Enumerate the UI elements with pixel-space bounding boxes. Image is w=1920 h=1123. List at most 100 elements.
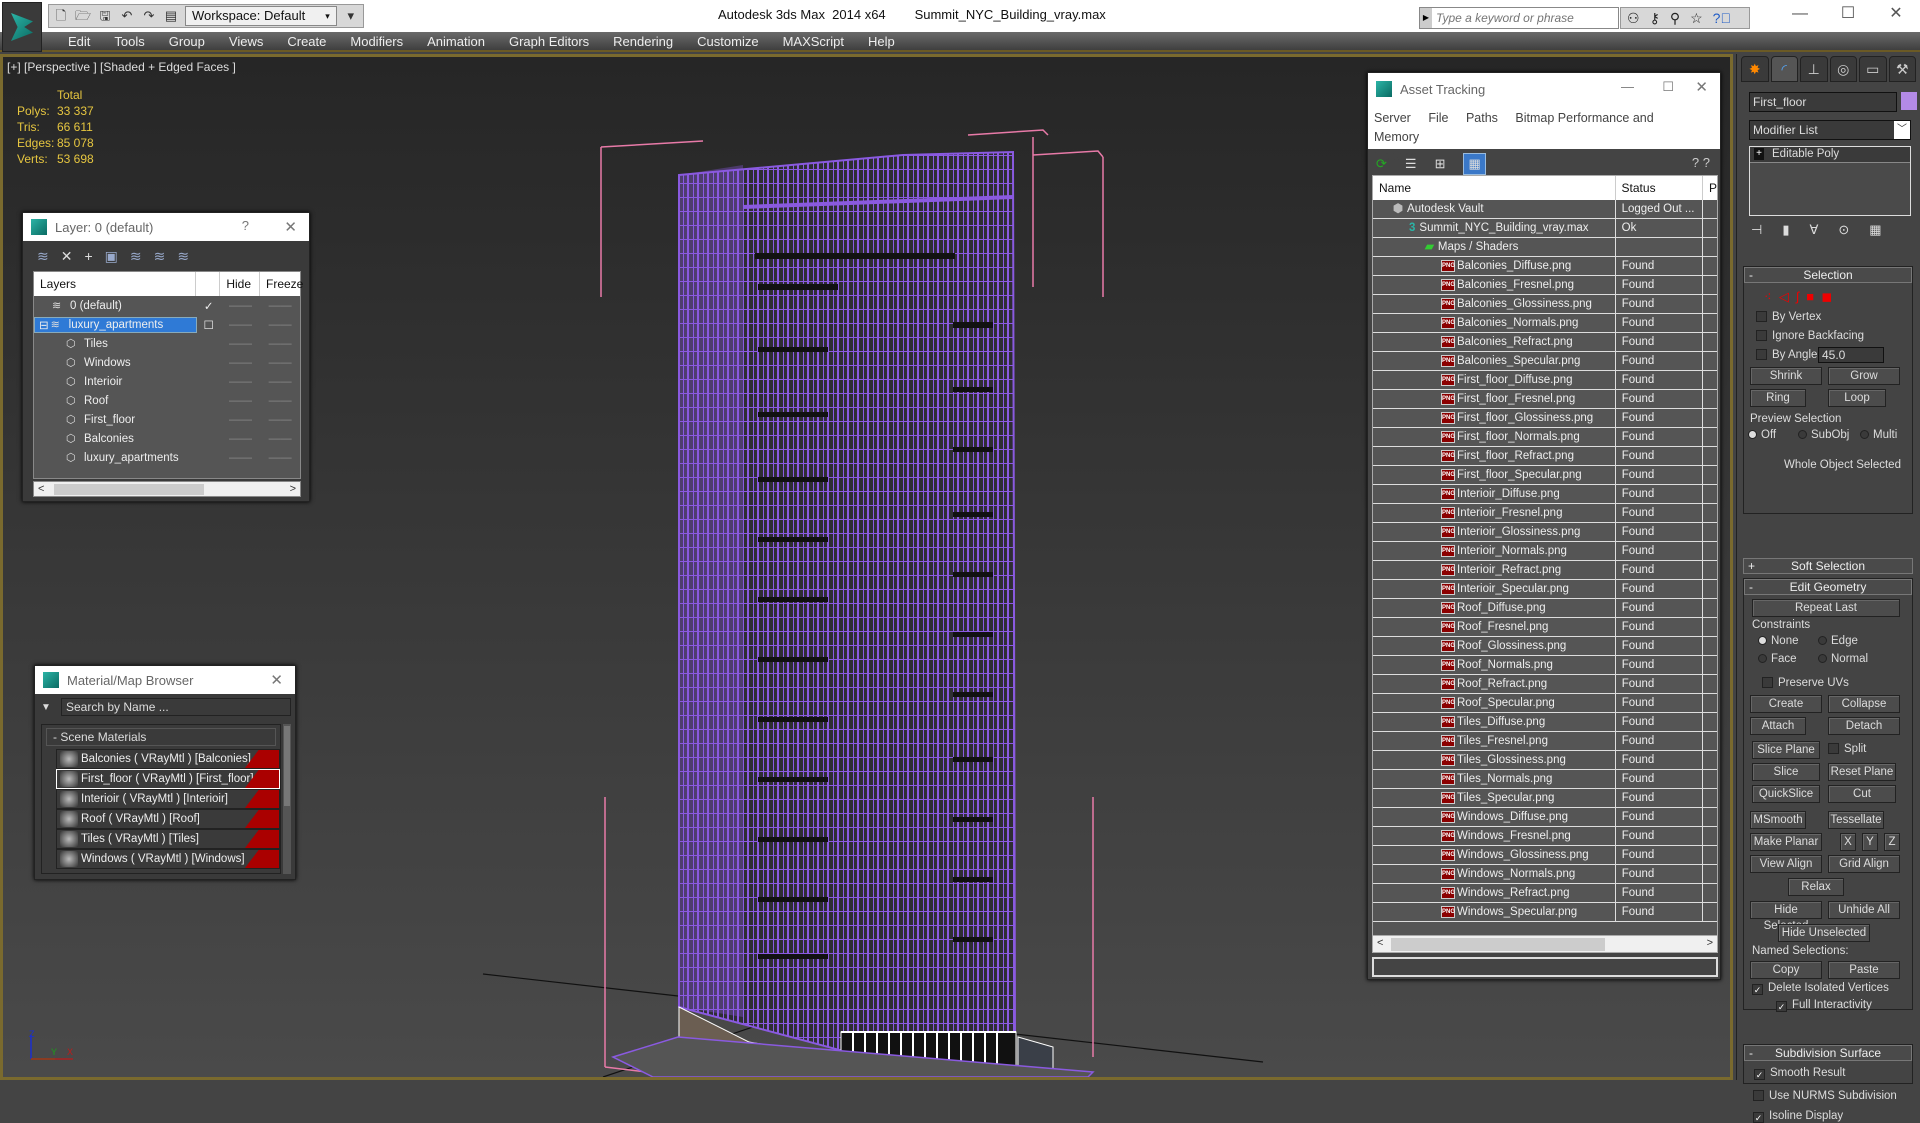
display-tab-icon[interactable]: ▭ xyxy=(1859,56,1887,82)
dialog-title-bar[interactable]: Layer: 0 (default)? ✕ xyxy=(23,213,309,241)
asset-row[interactable]: PNG Balconies_Fresnel.png Found xyxy=(1373,276,1717,295)
create-tab-icon[interactable]: ✸ xyxy=(1741,56,1769,82)
asset-name-cell[interactable]: PNG Interioir_Glossiness.png xyxy=(1373,523,1616,541)
tree-view-icon[interactable]: ⊞ xyxy=(1435,156,1446,172)
border-icon[interactable]: ʃ xyxy=(1796,289,1799,304)
asset-name-cell[interactable]: PNG Balconies_Specular.png xyxy=(1373,352,1616,370)
asset-row[interactable]: PNG First_floor_Glossiness.png Found xyxy=(1373,409,1717,428)
menu-paths[interactable]: Paths xyxy=(1466,111,1498,125)
viewport-label[interactable]: [+] [Perspective ] [Shaded + Edged Faces… xyxy=(7,60,236,74)
ring-button[interactable]: Ring xyxy=(1750,389,1806,407)
material-item[interactable]: First_floor ( VRayMtl ) [First_floor] xyxy=(56,769,280,789)
freeze-toggle[interactable]: —— xyxy=(260,357,300,369)
minimize-button[interactable]: — xyxy=(1621,79,1634,94)
remove-modifier-icon[interactable]: ⊙ xyxy=(1838,222,1849,238)
asset-name-cell[interactable]: PNG First_floor_Fresnel.png xyxy=(1373,390,1616,408)
hierarchy-tab-icon[interactable]: ⊥ xyxy=(1800,56,1828,82)
refresh-icon[interactable]: ⟳ xyxy=(1376,156,1387,172)
asset-row[interactable]: PNG Roof_Glossiness.png Found xyxy=(1373,637,1717,656)
freeze-toggle[interactable]: —— xyxy=(260,338,300,350)
make-planar-button[interactable]: Make Planar xyxy=(1750,833,1822,851)
asset-row[interactable]: ⬢ Autodesk Vault Logged Out ... xyxy=(1373,200,1717,219)
freeze-toggle[interactable]: —— xyxy=(260,300,300,312)
configure-sets-icon[interactable]: ▦ xyxy=(1869,222,1881,238)
use-nurms-checkbox[interactable]: Use NURMS Subdivision xyxy=(1753,1090,1897,1102)
asset-row[interactable]: PNG Balconies_Glossiness.png Found xyxy=(1373,295,1717,314)
asset-row[interactable]: PNG First_floor_Specular.png Found xyxy=(1373,466,1717,485)
asset-name-cell[interactable]: PNG Roof_Glossiness.png xyxy=(1373,637,1616,655)
hide-all-layers-icon[interactable]: ≋ xyxy=(154,248,166,265)
asset-row[interactable]: PNG Balconies_Specular.png Found xyxy=(1373,352,1717,371)
stack-item-editable-poly[interactable]: Editable Poly xyxy=(1750,147,1910,163)
constraint-none-radio[interactable]: None xyxy=(1758,635,1799,647)
collapse-button[interactable]: Collapse xyxy=(1828,695,1900,713)
layer-row[interactable]: ⬡ Tiles —— —— xyxy=(34,334,300,353)
asset-name-cell[interactable]: PNG Tiles_Specular.png xyxy=(1373,789,1616,807)
highlight-layer-icon[interactable]: ≋ xyxy=(130,248,142,265)
col-status[interactable]: Status xyxy=(1616,176,1704,200)
asset-name-cell[interactable]: PNG Tiles_Glossiness.png xyxy=(1373,751,1616,769)
layer-row[interactable]: ⬡ Balconies —— —— xyxy=(34,429,300,448)
satellite-icon[interactable]: ⚲ xyxy=(1670,10,1680,27)
col-hide[interactable]: Hide xyxy=(220,272,260,296)
hide-toggle[interactable]: —— xyxy=(221,357,261,369)
asset-row[interactable]: PNG Roof_Refract.png Found xyxy=(1373,675,1717,694)
hide-selected-button[interactable]: Hide Selected xyxy=(1750,901,1822,932)
asset-name-cell[interactable]: PNG Roof_Refract.png xyxy=(1373,675,1616,693)
asset-name-cell[interactable]: ▰ Maps / Shaders xyxy=(1373,238,1616,256)
asset-name-cell[interactable]: PNG Windows_Specular.png xyxy=(1373,903,1616,921)
asset-row[interactable]: PNG Roof_Normals.png Found xyxy=(1373,656,1717,675)
save-icon[interactable]: 🖫 xyxy=(97,8,113,24)
menu-bitmap-performance[interactable]: Bitmap Performance and Memory xyxy=(1374,111,1654,144)
minimize-button[interactable]: — xyxy=(1776,0,1824,30)
angle-spinner[interactable]: 45.0 xyxy=(1818,347,1884,363)
planar-y-button[interactable]: Y xyxy=(1862,833,1878,851)
hide-toggle[interactable]: —— xyxy=(221,376,261,388)
isoline-display-checkbox[interactable]: ✓ Isoline Display xyxy=(1753,1110,1843,1123)
object-name-field[interactable]: First_floor xyxy=(1749,92,1897,112)
app-menu-button[interactable] xyxy=(2,2,42,52)
material-item[interactable]: Tiles ( VRayMtl ) [Tiles] xyxy=(56,829,280,849)
layer-row[interactable]: ⊟ ≋ luxury_apartments ☐ —— —— xyxy=(34,315,300,334)
keyword-search-input[interactable] xyxy=(1432,11,1612,25)
asset-row[interactable]: PNG Roof_Fresnel.png Found xyxy=(1373,618,1717,637)
menu-animation[interactable]: Animation xyxy=(415,32,497,50)
current-layer-toggle[interactable]: ✓ xyxy=(197,299,221,313)
constraint-face-radio[interactable]: Face xyxy=(1758,653,1797,665)
search-by-name-input[interactable]: Search by Name ... xyxy=(61,698,291,716)
add-to-layer-icon[interactable]: + xyxy=(84,248,92,264)
menu-group[interactable]: Group xyxy=(157,32,217,50)
asset-row[interactable]: PNG Tiles_Glossiness.png Found xyxy=(1373,751,1717,770)
shrink-button[interactable]: Shrink xyxy=(1750,367,1822,385)
asset-name-cell[interactable]: 3 Summit_NYC_Building_vray.max xyxy=(1373,219,1616,237)
star-icon[interactable]: ☆ xyxy=(1690,10,1703,27)
menu-create[interactable]: Create xyxy=(275,32,338,50)
polygon-icon[interactable]: ■ xyxy=(1806,289,1814,304)
quickslice-button[interactable]: QuickSlice xyxy=(1752,785,1820,803)
grid-align-button[interactable]: Grid Align xyxy=(1828,855,1900,873)
layer-name-cell[interactable]: ⬡ Roof xyxy=(34,395,197,407)
asset-row[interactable]: PNG Windows_Refract.png Found xyxy=(1373,884,1717,903)
list-view-icon[interactable]: ☰ xyxy=(1405,156,1417,172)
workspace-dropdown[interactable]: Workspace: Default ▾ xyxy=(185,6,337,26)
constraint-edge-radio[interactable]: Edge xyxy=(1818,635,1858,647)
slice-button[interactable]: Slice xyxy=(1752,763,1820,781)
asset-row[interactable]: PNG Balconies_Normals.png Found xyxy=(1373,314,1717,333)
menu-help[interactable]: Help xyxy=(856,32,907,50)
reset-plane-button[interactable]: Reset Plane xyxy=(1828,763,1896,781)
unhide-all-button[interactable]: Unhide All xyxy=(1828,901,1900,919)
hide-toggle[interactable]: —— xyxy=(221,452,261,464)
attach-button[interactable]: Attach xyxy=(1750,717,1806,735)
utilities-tab-icon[interactable]: ⚒ xyxy=(1888,56,1916,82)
open-file-icon[interactable]: 🗁 xyxy=(75,8,91,24)
select-objects-icon[interactable]: ▣ xyxy=(105,248,118,265)
layer-name-cell[interactable]: ⊟ ≋ luxury_apartments xyxy=(34,316,197,333)
asset-row[interactable]: PNG Roof_Diffuse.png Found xyxy=(1373,599,1717,618)
hide-toggle[interactable]: —— xyxy=(221,414,261,426)
freeze-toggle[interactable]: —— xyxy=(260,319,300,331)
asset-name-cell[interactable]: PNG Interioir_Diffuse.png xyxy=(1373,485,1616,503)
tessellate-button[interactable]: Tessellate xyxy=(1828,811,1884,829)
table-view-icon[interactable]: ▦ xyxy=(1463,153,1486,175)
horizontal-scrollbar[interactable]: < > xyxy=(1372,935,1718,953)
menu-views[interactable]: Views xyxy=(217,32,275,50)
